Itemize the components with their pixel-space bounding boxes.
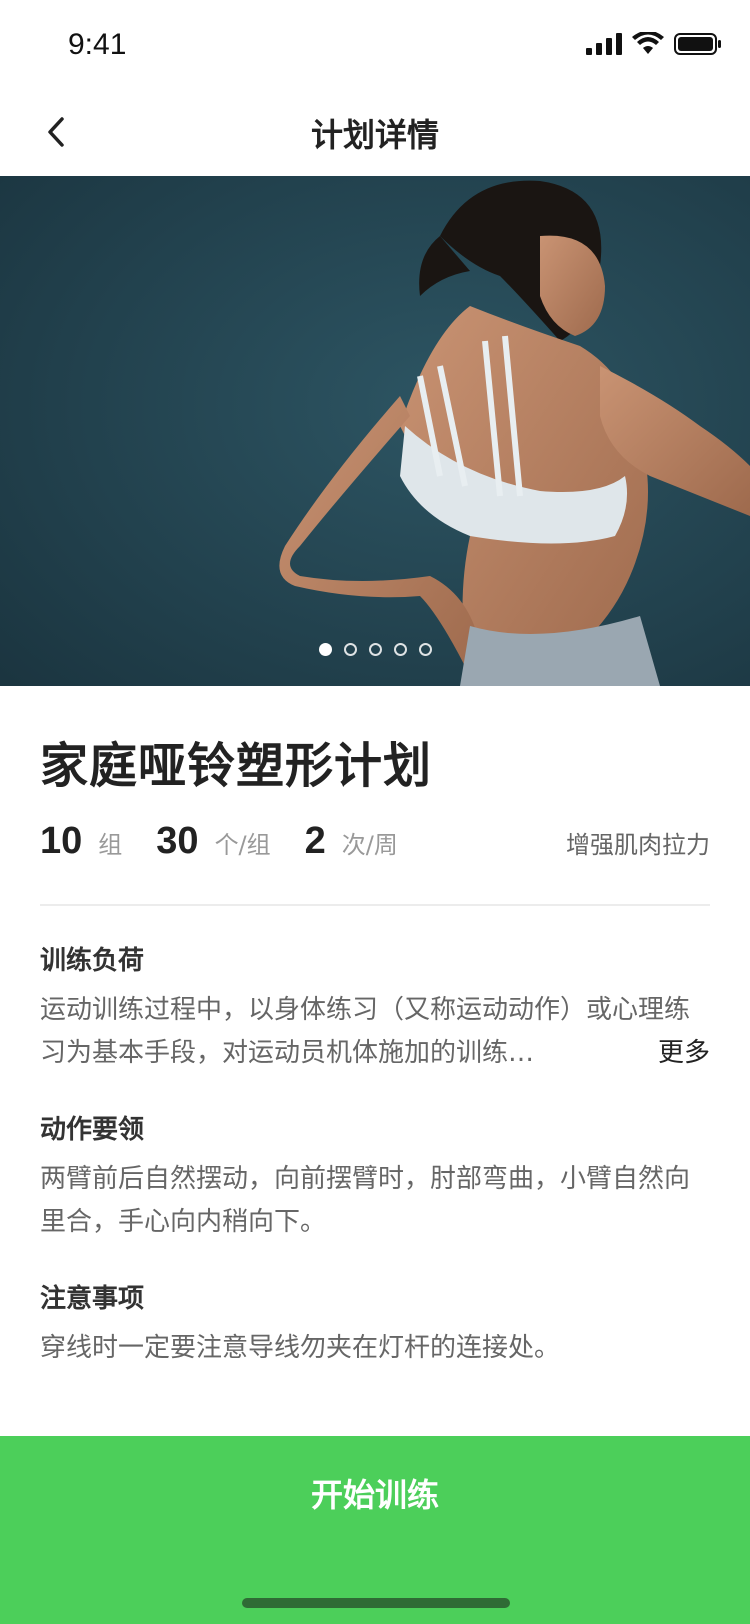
hero-image (0, 176, 750, 686)
section-key-points: 动作要领 两臂前后自然摆动，向前摆臂时，肘部弯曲，小臂自然向里合，手心向内稍向下… (40, 1109, 710, 1244)
section-title-notes: 注意事项 (40, 1284, 145, 1314)
wifi-icon (632, 32, 664, 54)
status-bar: 9:41 (0, 0, 750, 88)
stat-sets-value: 10 (40, 820, 83, 862)
stat-reps-unit: 个/组 (214, 831, 271, 859)
home-indicator (242, 1598, 510, 1608)
battery-icon (674, 33, 721, 55)
carousel-dot[interactable] (418, 643, 432, 656)
page-title: 计划详情 (310, 116, 439, 154)
stat-frequency-unit: 次/周 (341, 831, 398, 859)
carousel-dot[interactable] (343, 643, 357, 656)
more-link[interactable]: 更多 (649, 1032, 710, 1075)
stat-frequency-value: 2 (304, 820, 326, 862)
signal-icon (586, 33, 622, 55)
nav-bar: 计划详情 (0, 88, 750, 176)
section-training-load: 训练负荷 运动训练过程中，以身体练习（又称运动动作）或心理练习为基本手段，对运动… (40, 940, 710, 1075)
training-load-text: 运动训练过程中，以身体练习（又称运动动作）或心理练习为基本手段，对运动员机体施加… (40, 995, 691, 1068)
section-notes: 注意事项 穿线时一定要注意导线勿夹在灯杆的连接处。 (40, 1278, 710, 1370)
divider (40, 904, 710, 906)
carousel-dot[interactable] (318, 643, 332, 656)
section-title-training-load: 训练负荷 (40, 946, 145, 976)
plan-tag: 增强肌肉拉力 (566, 831, 710, 859)
start-training-button[interactable]: 开始训练 (0, 1436, 750, 1624)
carousel-dot[interactable] (393, 643, 407, 656)
plan-content: 家庭哑铃塑形计划 10 组 30 个/组 2 次/周 增强肌肉拉力 训练负荷 运… (40, 686, 710, 1370)
hero-carousel[interactable] (0, 176, 750, 686)
plan-title: 家庭哑铃塑形计划 (40, 738, 433, 794)
stat-sets-unit: 组 (98, 831, 123, 859)
stat-reps-value: 30 (156, 820, 199, 862)
status-icons (586, 32, 722, 56)
section-body-key-points: 两臂前后自然摆动，向前摆臂时，肘部弯曲，小臂自然向里合，手心向内稍向下。 (40, 1164, 691, 1237)
carousel-dot[interactable] (368, 643, 382, 656)
status-time: 9:41 (68, 28, 127, 61)
plan-stats: 10 组 30 个/组 2 次/周 增强肌肉拉力 (40, 820, 710, 870)
section-body-training-load: 运动训练过程中，以身体练习（又称运动动作）或心理练习为基本手段，对运动员机体施加… (40, 989, 710, 1075)
start-training-label: 开始训练 (310, 1476, 439, 1514)
carousel-dots (0, 643, 750, 656)
section-title-key-points: 动作要领 (40, 1115, 145, 1145)
section-body-notes: 穿线时一定要注意导线勿夹在灯杆的连接处。 (40, 1333, 561, 1363)
